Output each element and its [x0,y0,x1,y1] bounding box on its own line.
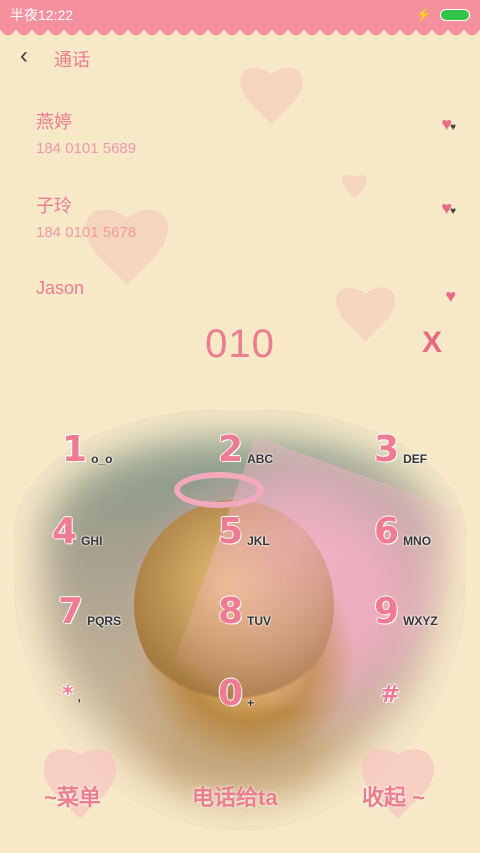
key-letters: DEF [403,452,428,466]
call-button[interactable]: 电话给ta [192,780,278,812]
contact-number: 184 0101 5678 [36,224,137,241]
key-letters: MNO [403,534,432,548]
key-digit: 0 [218,673,244,714]
key-letters: TUV [247,614,272,628]
key-letters: + [247,696,255,710]
contact-number: 184 0101 5689 [36,140,137,157]
bow-image [174,472,264,508]
key-letters: GHI [81,534,103,548]
key-3[interactable]: 3 DEF [374,432,427,468]
key-digit: 5 [218,511,244,552]
key-1[interactable]: 1 o_o [62,432,112,468]
collapse-button[interactable]: 收起 ~ [362,780,425,812]
dial-input[interactable]: 010 [0,322,480,367]
key-5[interactable]: 5 JKL [218,514,270,550]
key-6[interactable]: 6 MNO [374,514,431,550]
clear-icon[interactable]: X [422,326,442,360]
key-digit: # [380,680,401,708]
key-digit: 6 [374,511,400,552]
contact-name: 燕婷 [36,112,72,132]
key-letters: JKL [247,534,270,548]
key-digit: 9 [374,591,400,632]
contact-name: 子玲 [36,196,72,216]
scallop-border [0,28,480,40]
key-0[interactable]: 0 + [218,676,254,712]
key-star[interactable]: * , [62,684,81,706]
status-icons: ⚡ [416,7,470,23]
key-letters: PQRS [87,614,122,628]
page-title: 通话 [54,50,90,70]
key-2[interactable]: 2 ABC [218,432,273,468]
key-4[interactable]: 4 GHI [52,514,102,550]
key-8[interactable]: 8 TUV [218,594,271,630]
contact-heart-icon[interactable]: ♥♥ [441,198,456,219]
contact-item[interactable]: 燕婷 184 0101 5689 ♥♥ [36,108,456,157]
status-time: 半夜12:22 [10,7,74,23]
contact-name: Jason [36,278,85,298]
key-letters: WXYZ [403,614,438,628]
key-digit: * [62,682,74,707]
key-digit: 4 [52,511,78,552]
key-letters: o_o [91,452,113,466]
key-digit: 3 [374,429,400,470]
key-9[interactable]: 9 WXYZ [374,594,438,630]
key-digit: 7 [58,591,84,632]
key-hash[interactable]: # [380,682,404,706]
key-digit: 8 [218,591,244,632]
key-digit: 1 [62,429,88,470]
key-letters: ABC [247,452,274,466]
charging-icon: ⚡ [415,7,432,22]
contact-item[interactable]: Jason ♥ [36,278,456,306]
contact-heart-icon[interactable]: ♥♥ [441,114,456,135]
menu-button[interactable]: ~菜单 [44,780,101,812]
back-icon[interactable]: ‹ [20,44,28,68]
contact-item[interactable]: 子玲 184 0101 5678 ♥♥ [36,192,456,241]
key-letters: , [77,690,81,704]
battery-icon [440,9,470,21]
contact-heart-icon[interactable]: ♥ [445,286,456,307]
key-digit: 2 [218,429,244,470]
key-7[interactable]: 7 PQRS [58,594,121,630]
status-bar: 半夜12:22 ⚡ [0,0,480,30]
